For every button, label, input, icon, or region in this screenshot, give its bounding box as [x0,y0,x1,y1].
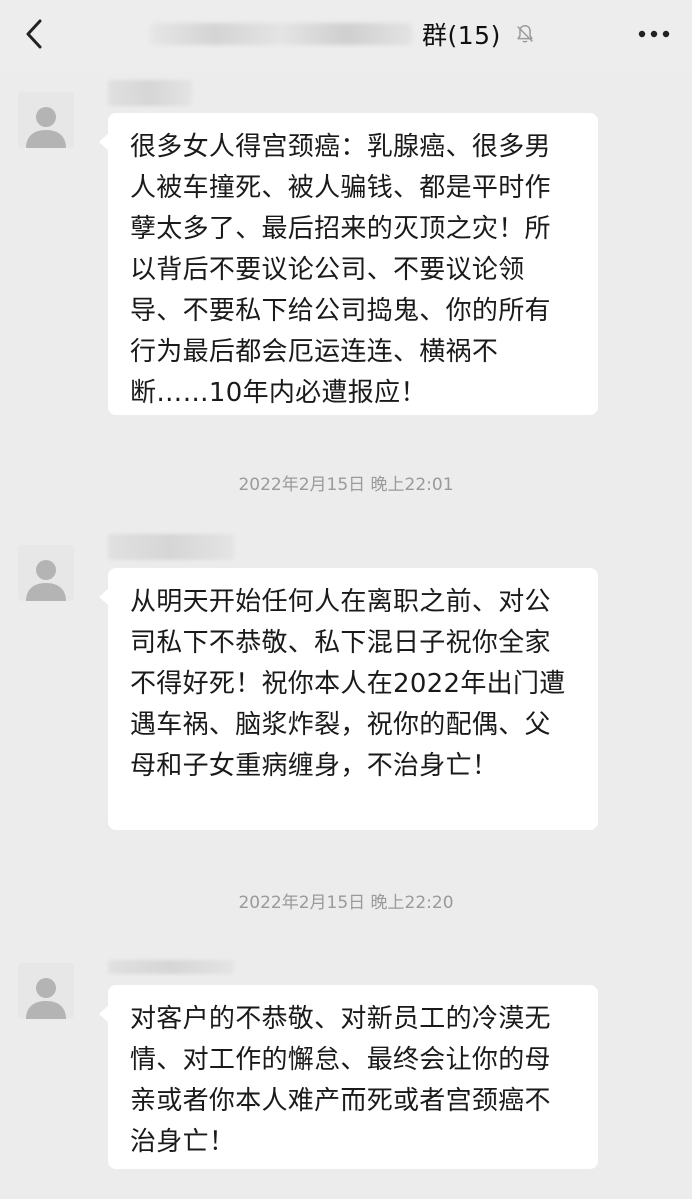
redacted-sender-name [108,80,192,106]
message-text: 从明天开始任何人在离职之前、对公司私下不恭敬、私下混日子祝你全家不得好死！祝你本… [130,587,566,781]
default-user-icon [26,978,66,1019]
chevron-left-icon [26,19,42,49]
message-text: 很多女人得宫颈癌：乳腺癌、很多男人被车撞死、被人骗钱、都是平时作孽太多了、最后招… [130,132,551,408]
message-text: 对客户的不恭敬、对新员工的冷漠无情、对工作的懈怠、最终会让你的母亲或者你本人难产… [130,1004,551,1157]
default-user-icon [26,560,66,601]
more-dots-icon [638,30,670,38]
message-timestamp: 2022年2月15日 晚上22:01 [238,475,454,495]
message-bubble[interactable]: 从明天开始任何人在离职之前、对公司私下不恭敬、私下混日子祝你全家不得好死！祝你本… [99,568,598,830]
back-button[interactable] [14,14,54,54]
redacted-sender-name [108,960,234,974]
redacted-group-name [150,23,412,45]
avatar[interactable] [18,545,74,601]
bell-off-icon [513,22,537,46]
chat-header: 群(15) [0,0,692,72]
message-timestamp: 2022年2月15日 晚上22:20 [238,893,454,913]
more-options-button[interactable] [634,16,674,52]
avatar[interactable] [18,92,74,148]
chat-title: 群(15) [422,21,501,50]
message-bubble[interactable]: 很多女人得宫颈癌：乳腺癌、很多男人被车撞死、被人骗钱、都是平时作孽太多了、最后招… [99,113,598,415]
chat-title-area: 群(15) [150,14,537,54]
default-user-icon [26,107,66,148]
avatar[interactable] [18,963,74,1019]
message-bubble[interactable]: 对客户的不恭敬、对新员工的冷漠无情、对工作的懈怠、最终会让你的母亲或者你本人难产… [99,985,598,1169]
redacted-sender-name [108,534,234,560]
